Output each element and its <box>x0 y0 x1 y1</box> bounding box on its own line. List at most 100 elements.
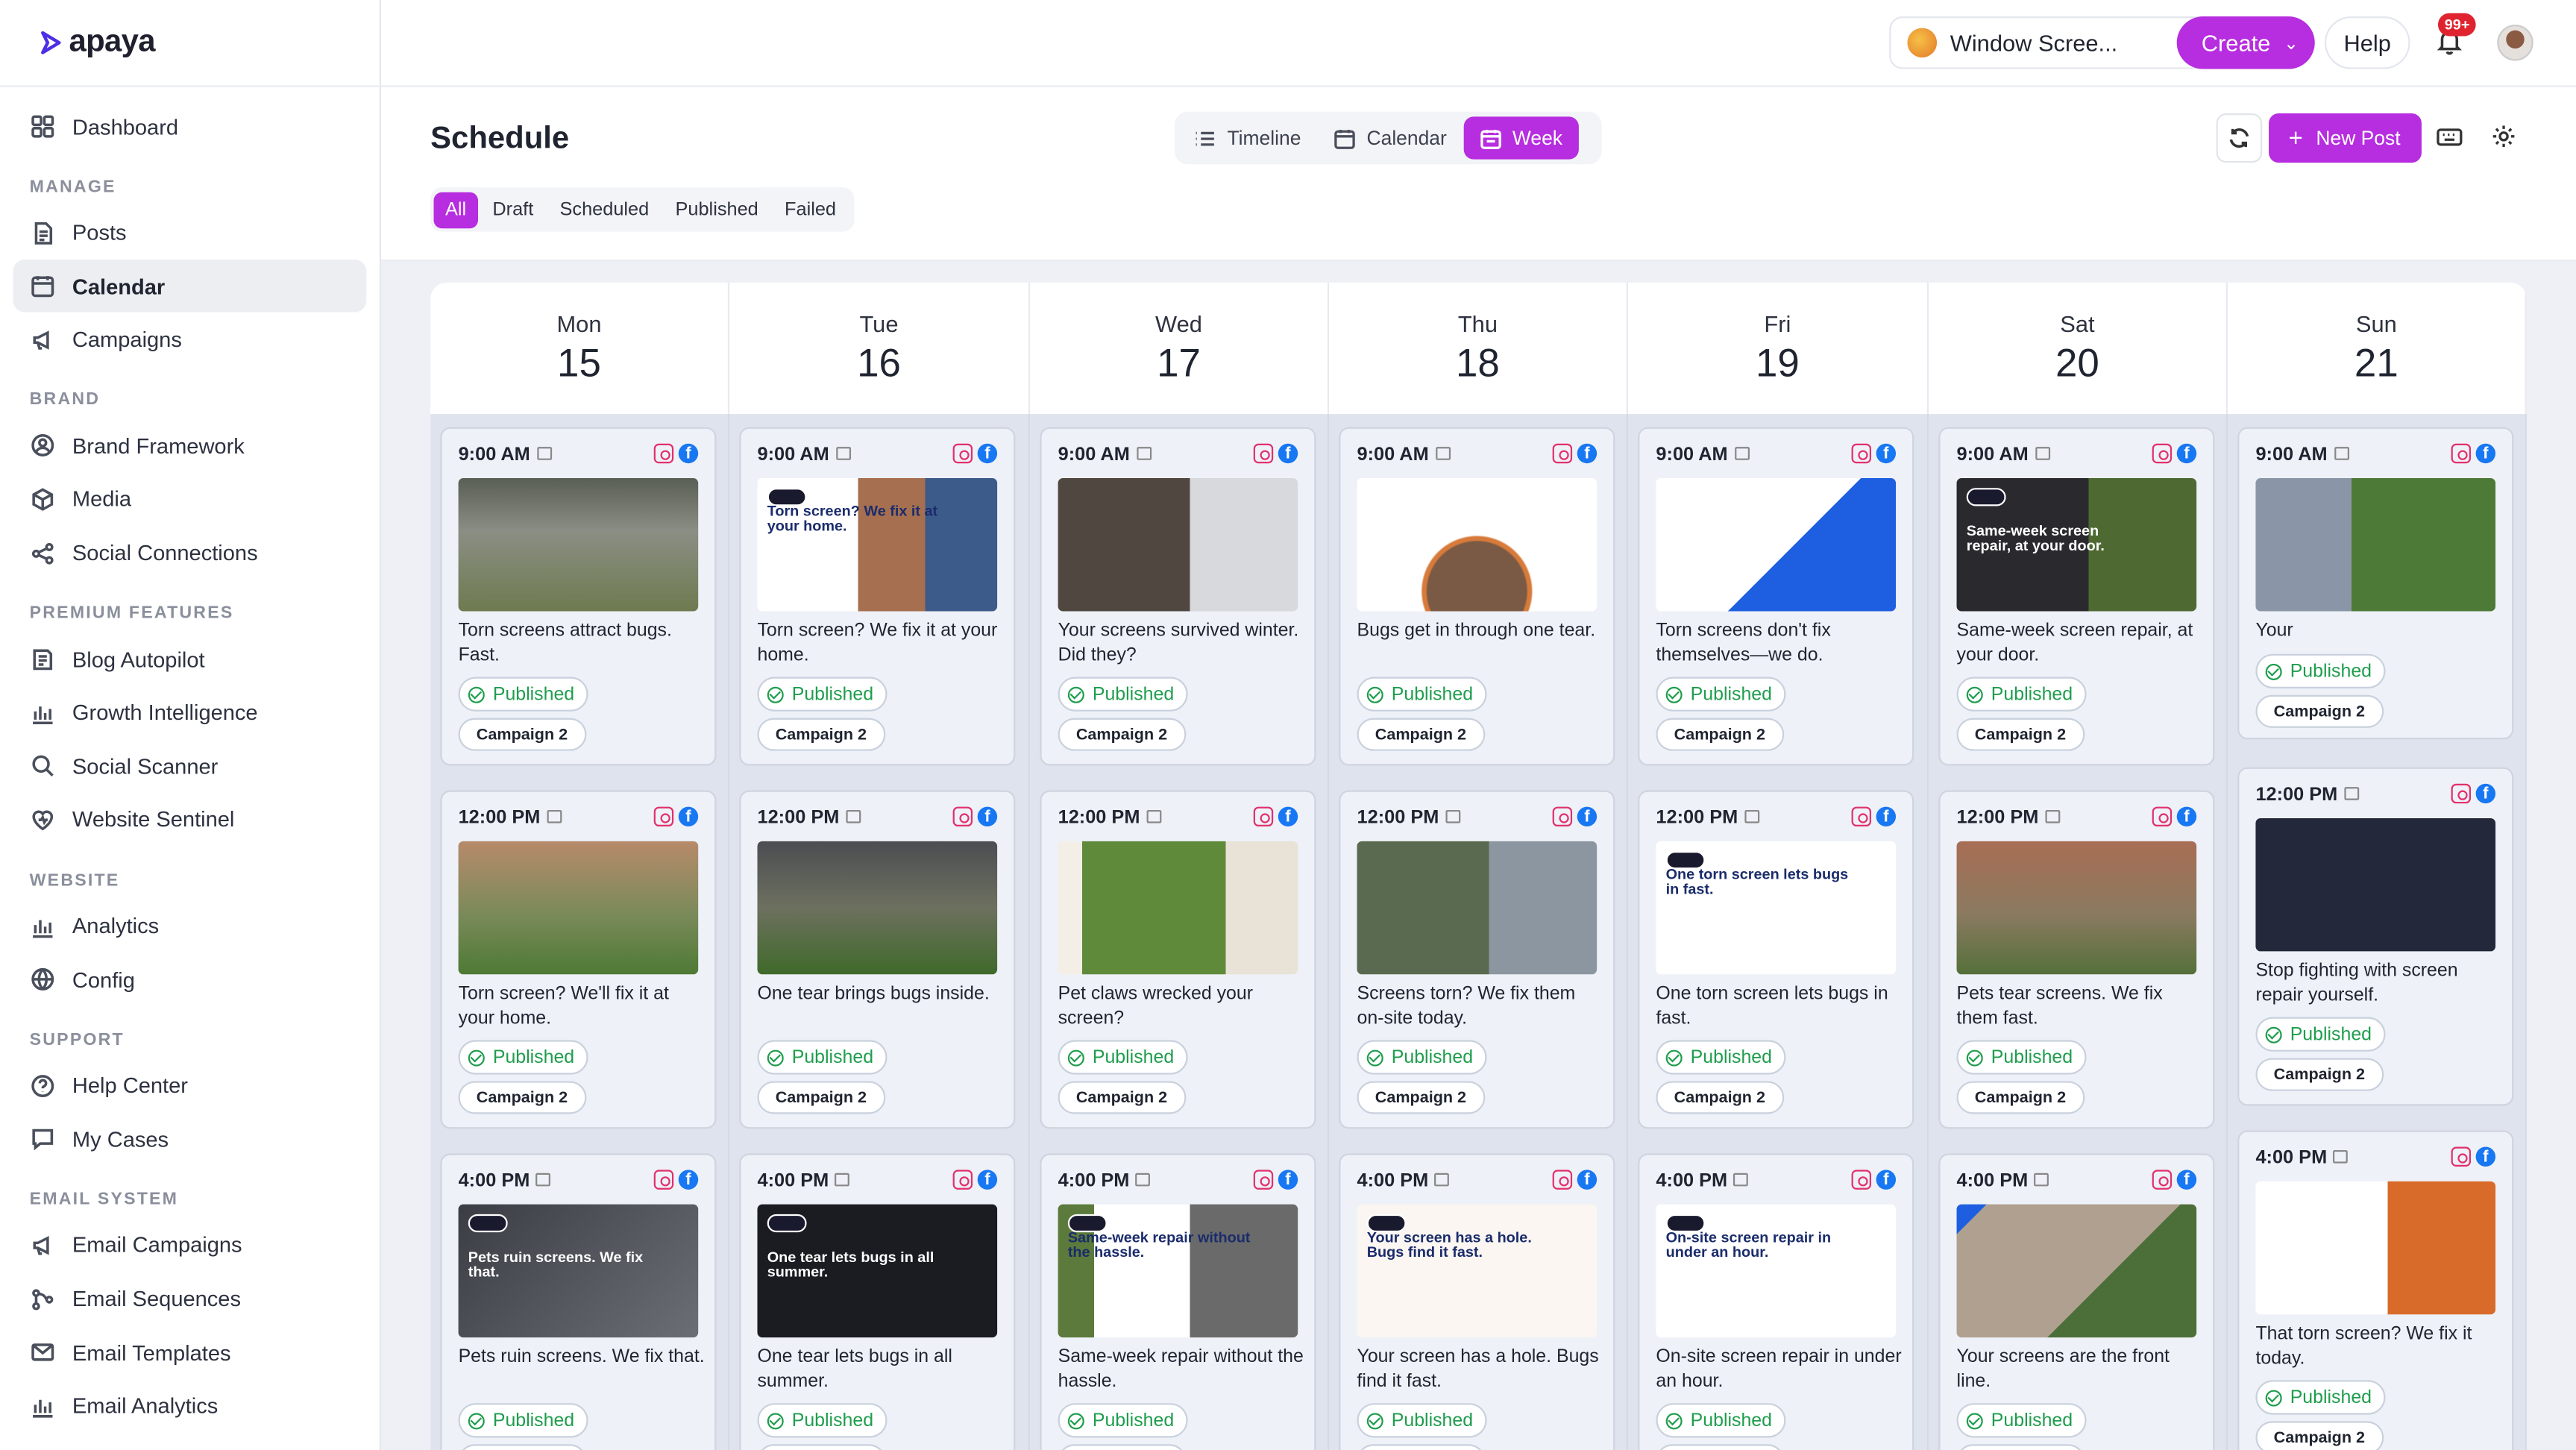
sidebar-item-brand-framework[interactable]: Brand Framework <box>13 420 367 472</box>
post-thumbnail[interactable] <box>1956 1204 2197 1338</box>
post-thumbnail[interactable]: Same-week repair without the hassle. <box>1058 1204 1298 1338</box>
gear-icon[interactable] <box>2490 123 2520 153</box>
post-card[interactable]: 4:00 PM f Same-week repair without the has… <box>1040 1153 1316 1450</box>
post-thumbnail[interactable] <box>757 841 998 975</box>
campaign-badge[interactable]: Campaign 2 <box>757 1444 885 1450</box>
post-card[interactable]: 9:00 AM f Same-week screen repair, at your… <box>1938 427 2215 766</box>
post-thumbnail[interactable] <box>1656 478 1897 612</box>
campaign-badge[interactable]: Campaign 2 <box>1357 1081 1485 1114</box>
campaign-badge[interactable]: Campaign 2 <box>2255 1058 2384 1091</box>
post-thumbnail[interactable] <box>2255 817 2496 952</box>
campaign-badge[interactable]: Campaign 2 <box>1058 718 1186 751</box>
keyboard-shortcuts-icon[interactable] <box>2437 123 2466 153</box>
post-card[interactable]: 4:00 PM f That torn screen? We fix it toda… <box>2237 1130 2514 1450</box>
sidebar-item-email-campaigns[interactable]: Email Campaigns <box>13 1219 367 1271</box>
campaign-badge[interactable]: Campaign 2 <box>1357 718 1485 751</box>
workspace-selector[interactable]: Window Scree... ⌄ <box>1889 16 2211 69</box>
post-card[interactable]: 4:00 PM f Pets ruin screens. We fix that. P… <box>440 1153 717 1450</box>
post-thumbnail[interactable] <box>1058 841 1298 975</box>
post-card[interactable]: 4:00 PM f Your screens are the front line.… <box>1938 1153 2215 1450</box>
post-card[interactable]: 12:00 PM f Pet claws wrecked your screen? P… <box>1040 790 1316 1129</box>
campaign-badge[interactable]: Campaign 2 <box>757 1081 885 1114</box>
post-thumbnail[interactable]: One tear lets bugs in all summer. <box>757 1204 998 1338</box>
post-card[interactable]: 9:00 AM f Bugs get in through one tear. Pub… <box>1339 427 1615 766</box>
new-post-button[interactable]: + New Post <box>2269 113 2422 163</box>
sidebar-item-social-connections[interactable]: Social Connections <box>13 527 367 579</box>
post-card[interactable]: 4:00 PM f Your screen has a hole. Bugs fin… <box>1339 1153 1615 1450</box>
post-thumbnail[interactable]: Your screen has a hole. Bugs find it fas… <box>1357 1204 1598 1338</box>
campaign-badge[interactable]: Campaign 2 <box>757 718 885 751</box>
post-card[interactable]: 4:00 PM f On-site screen repair in under a… <box>1638 1153 1914 1450</box>
sidebar-item-email-templates[interactable]: Email Templates <box>13 1326 367 1378</box>
sidebar-item-email-analytics[interactable]: Email Analytics <box>13 1380 367 1432</box>
post-thumbnail[interactable] <box>1357 841 1598 975</box>
sidebar-item-analytics[interactable]: Analytics <box>13 900 367 952</box>
post-card[interactable]: 9:00 AM f Your Published Campaign 2 <box>2237 427 2514 740</box>
campaign-badge[interactable]: Campaign 2 <box>458 718 586 751</box>
campaign-badge[interactable]: Campaign 2 <box>1656 718 1784 751</box>
sidebar-item-campaigns[interactable]: Campaigns <box>13 313 367 365</box>
post-thumbnail[interactable]: Pets ruin screens. We fix that. <box>458 1204 699 1338</box>
post-card[interactable]: 12:00 PM f Screens torn? We fix them on-si… <box>1339 790 1615 1129</box>
post-thumbnail[interactable]: Torn screen? We fix it at your home. <box>757 478 998 612</box>
post-card[interactable]: 9:00 AM f Torn screens attract bugs. Fast.… <box>440 427 717 766</box>
sidebar-item-growth-intelligence[interactable]: Growth Intelligence <box>13 686 367 738</box>
post-card[interactable]: 12:00 PM f One tear brings bugs inside. Pub… <box>739 790 1016 1129</box>
tab-calendar[interactable]: Calendar <box>1317 116 1463 159</box>
campaign-badge[interactable]: Campaign 2 <box>2255 1421 2384 1450</box>
user-avatar[interactable] <box>2497 25 2533 61</box>
post-card[interactable]: 12:00 PM f Pets tear screens. We fix them … <box>1938 790 2215 1129</box>
filter-all[interactable]: All <box>433 191 478 228</box>
post-card[interactable]: 12:00 PM f Stop fighting with screen repai… <box>2237 767 2514 1106</box>
refresh-button[interactable] <box>2216 113 2263 163</box>
campaign-badge[interactable]: Campaign 2 <box>2255 694 2384 728</box>
instagram-icon <box>653 806 674 827</box>
post-card[interactable]: 4:00 PM f One tear lets bugs in all summer… <box>739 1153 1016 1450</box>
sidebar-item-blog-autopilot[interactable]: Blog Autopilot <box>13 633 367 685</box>
post-thumbnail[interactable]: One torn screen lets bugs in fast. <box>1656 841 1897 975</box>
post-thumbnail[interactable] <box>2255 478 2496 612</box>
post-thumbnail[interactable] <box>1956 841 2197 975</box>
sidebar-item-social-scanner[interactable]: Social Scanner <box>13 740 367 792</box>
campaign-badge[interactable]: Campaign 2 <box>1956 718 2085 751</box>
campaign-badge[interactable]: Campaign 2 <box>1656 1081 1784 1114</box>
post-thumbnail[interactable] <box>1058 478 1298 612</box>
filter-draft[interactable]: Draft <box>481 192 545 227</box>
post-thumbnail[interactable] <box>458 841 699 975</box>
post-card[interactable]: 12:00 PM f Torn screen? We'll fix it at yo… <box>440 790 717 1129</box>
create-button[interactable]: Create ⌄ <box>2176 16 2315 69</box>
campaign-badge[interactable]: Campaign 2 <box>1058 1444 1186 1450</box>
brand-logo[interactable]: apaya <box>0 0 380 87</box>
sidebar-item-help-center[interactable]: Help Center <box>13 1059 367 1111</box>
tab-week[interactable]: Week <box>1463 116 1580 160</box>
campaign-badge[interactable]: Campaign 2 <box>1956 1081 2085 1114</box>
tab-timeline[interactable]: Timeline <box>1178 116 1317 159</box>
campaign-badge[interactable]: Campaign 2 <box>1656 1444 1784 1450</box>
filter-scheduled[interactable]: Scheduled <box>548 192 661 227</box>
campaign-badge[interactable]: Campaign 2 <box>1058 1081 1186 1114</box>
sidebar-item-posts[interactable]: Posts <box>13 207 367 259</box>
post-thumbnail[interactable]: On-site screen repair in under an hour. <box>1656 1204 1897 1338</box>
campaign-badge[interactable]: Campaign 2 <box>458 1444 586 1450</box>
campaign-badge[interactable]: Campaign 2 <box>1357 1444 1485 1450</box>
sidebar-item-website-sentinel[interactable]: Website Sentinel <box>13 794 367 846</box>
sidebar-item-dashboard[interactable]: Dashboard <box>13 100 367 152</box>
sidebar-item-my-cases[interactable]: My Cases <box>13 1113 367 1165</box>
campaign-badge[interactable]: Campaign 2 <box>458 1081 586 1114</box>
sidebar-item-config[interactable]: Config <box>13 953 367 1005</box>
post-card[interactable]: 9:00 AM f Torn screen? We fix it at your h… <box>739 427 1016 766</box>
campaign-badge[interactable]: Campaign 2 <box>1956 1444 2085 1450</box>
help-button[interactable]: Help <box>2324 16 2410 69</box>
post-thumbnail[interactable] <box>2255 1181 2496 1315</box>
post-card[interactable]: 9:00 AM f Your screens survived winter. Di… <box>1040 427 1316 766</box>
post-thumbnail[interactable] <box>1357 478 1598 612</box>
post-card[interactable]: 12:00 PM f One torn screen lets bugs in fa… <box>1638 790 1914 1129</box>
sidebar-item-calendar[interactable]: Calendar <box>13 260 367 313</box>
post-thumbnail[interactable] <box>458 478 699 612</box>
sidebar-item-email-sequences[interactable]: Email Sequences <box>13 1272 367 1325</box>
filter-published[interactable]: Published <box>664 192 770 227</box>
post-card[interactable]: 9:00 AM f Torn screens don't fix themselve… <box>1638 427 1914 766</box>
filter-failed[interactable]: Failed <box>773 192 848 227</box>
post-thumbnail[interactable]: Same-week screen repair, at your door. <box>1956 478 2197 612</box>
sidebar-item-media[interactable]: Media <box>13 473 367 525</box>
